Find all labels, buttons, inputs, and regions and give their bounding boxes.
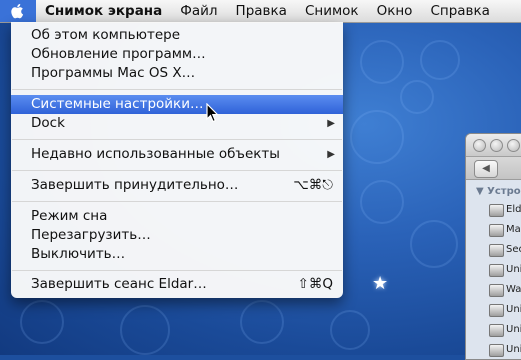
close-window-button[interactable] <box>473 139 486 152</box>
disk-icon <box>489 324 504 337</box>
submenu-arrow-icon: ▶ <box>327 149 335 160</box>
menu-item-label: Выключить… <box>31 246 126 262</box>
menu-window[interactable]: Окно <box>368 0 422 22</box>
menu-item-label: Недавно использованные объекты <box>31 146 280 162</box>
menu-bar: Снимок экрана Файл Правка Снимок Окно Сп… <box>0 0 521 23</box>
menu-edit[interactable]: Правка <box>227 0 296 22</box>
devices-section-header[interactable]: ▼ Устро <box>466 184 521 200</box>
mouse-pointer-icon <box>206 103 219 123</box>
sidebar-device[interactable]: Wa <box>466 280 521 300</box>
menu-item-force-quit[interactable]: Завершить принудительно… ⌥⌘⎋ <box>11 176 343 195</box>
wallpaper-swirl <box>360 40 404 84</box>
menu-separator <box>12 139 342 140</box>
menu-capture[interactable]: Снимок <box>296 0 368 22</box>
sidebar-device[interactable]: Uni <box>466 300 521 320</box>
back-button[interactable]: ◀ <box>474 160 498 178</box>
wallpaper-swirl <box>360 180 404 224</box>
disk-icon <box>489 204 504 217</box>
submenu-arrow-icon: ▶ <box>327 118 335 129</box>
star-sparkle-icon: ★ <box>372 273 389 294</box>
sidebar-device[interactable]: Sec <box>466 240 521 260</box>
menu-item-label: Завершить сеанс Eldar… <box>31 276 207 292</box>
menu-item-label: Dock <box>31 115 65 131</box>
menu-separator <box>12 201 342 202</box>
menu-separator <box>12 270 342 271</box>
zoom-window-button[interactable] <box>507 139 520 152</box>
minimize-window-button[interactable] <box>490 139 503 152</box>
wallpaper-swirl <box>350 110 404 164</box>
device-label: Eld <box>506 204 521 215</box>
menu-separator <box>12 170 342 171</box>
menu-item-software-update[interactable]: Обновление программ… <box>11 45 343 64</box>
disk-icon <box>489 344 504 357</box>
menu-separator <box>12 89 342 90</box>
device-label: Sec <box>506 244 521 255</box>
sidebar-device[interactable]: Uni <box>466 260 521 280</box>
keyboard-shortcut: ⇧⌘Q <box>297 276 333 292</box>
menu-item-label: Перезагрузить… <box>31 227 151 243</box>
wallpaper-swirl <box>240 300 284 344</box>
menu-item-system-preferences[interactable]: Системные настройки… <box>11 95 343 114</box>
menu-item-label: Режим сна <box>31 208 108 224</box>
sidebar-device[interactable]: Ma <box>466 220 521 240</box>
disk-icon <box>489 304 504 317</box>
device-label: Uni <box>506 304 521 315</box>
wallpaper-swirl <box>410 220 458 268</box>
wallpaper-swirl <box>120 305 170 355</box>
wallpaper-swirl <box>330 310 370 350</box>
device-label: Wa <box>506 284 521 295</box>
menu-item-label: Завершить принудительно… <box>31 177 239 193</box>
menu-app-name[interactable]: Снимок экрана <box>36 0 171 22</box>
menu-item-sleep[interactable]: Режим сна <box>11 207 343 226</box>
menu-item-recent-items[interactable]: Недавно использованные объекты ▶ <box>11 145 343 164</box>
finder-toolbar: ◀ <box>466 157 521 180</box>
disk-icon <box>489 224 504 237</box>
finder-window[interactable]: ◀ ▼ Устро Eld Ma Sec Uni Wa Uni Uni Uni <box>465 133 521 360</box>
keyboard-shortcut: ⌥⌘⎋ <box>293 177 333 193</box>
wallpaper-swirl <box>420 40 460 80</box>
menu-item-label: Обновление программ… <box>31 46 206 62</box>
finder-titlebar[interactable] <box>466 134 521 157</box>
sidebar-device[interactable]: Uni <box>466 340 521 359</box>
sidebar-device[interactable]: Eld <box>466 200 521 220</box>
device-label: Uni <box>506 324 521 335</box>
apple-menu-button[interactable] <box>0 0 36 22</box>
menu-item-label: Об этом компьютере <box>31 27 181 43</box>
wallpaper-swirl <box>400 80 434 114</box>
apple-dropdown-menu: Об этом компьютере Обновление программ… … <box>11 22 343 298</box>
menu-item-restart[interactable]: Перезагрузить… <box>11 226 343 245</box>
device-label: Ma <box>506 224 521 235</box>
disk-icon <box>489 264 504 277</box>
menu-item-log-out[interactable]: Завершить сеанс Eldar… ⇧⌘Q <box>11 275 343 294</box>
menu-item-about[interactable]: Об этом компьютере <box>11 26 343 45</box>
disk-icon <box>489 284 504 297</box>
menu-item-label: Системные настройки… <box>31 96 204 112</box>
menu-file[interactable]: Файл <box>171 0 226 22</box>
menu-help[interactable]: Справка <box>421 0 498 22</box>
device-label: Uni <box>506 344 521 355</box>
device-label: Uni <box>506 264 521 275</box>
disk-icon <box>489 244 504 257</box>
finder-sidebar: ▼ Устро Eld Ma Sec Uni Wa Uni Uni Uni <box>466 180 521 359</box>
menu-item-mac-software[interactable]: Программы Mac OS X… <box>11 64 343 83</box>
menu-item-label: Программы Mac OS X… <box>31 65 196 81</box>
menu-item-shutdown[interactable]: Выключить… <box>11 245 343 264</box>
apple-icon <box>11 3 24 19</box>
sidebar-device[interactable]: Uni <box>466 320 521 340</box>
wallpaper-swirl <box>20 300 64 344</box>
menu-item-dock[interactable]: Dock ▶ <box>11 114 343 133</box>
